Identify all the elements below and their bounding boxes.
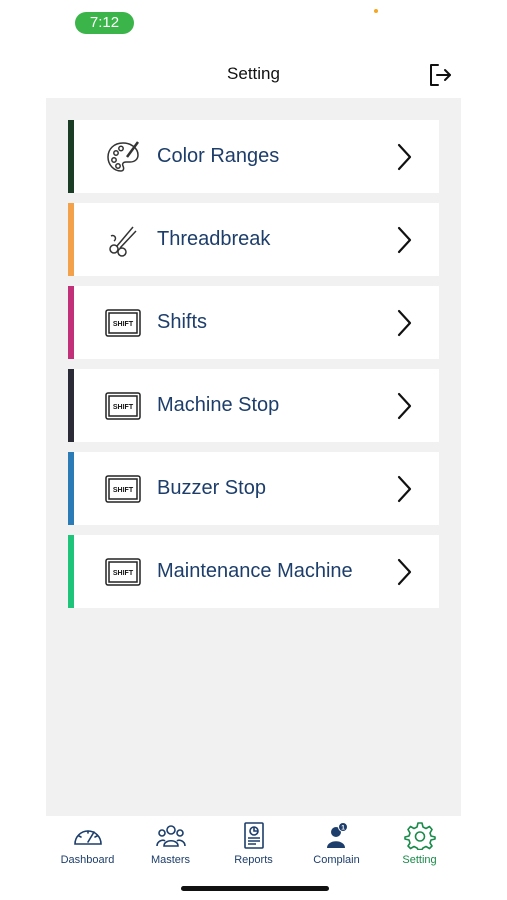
menu-item-shifts[interactable]: SHIFT Shifts: [68, 286, 439, 359]
status-time: 7:12: [75, 12, 134, 34]
settings-panel: Color Ranges Threadbreak SHIFT Shifts SH…: [46, 98, 461, 816]
menu-item-label: Buzzer Stop: [157, 477, 266, 499]
chevron-right-icon: [394, 225, 414, 255]
users-icon: [155, 825, 186, 847]
tab-label: Dashboard: [60, 854, 115, 866]
menu-item-threadbreak[interactable]: Threadbreak: [68, 203, 439, 276]
home-indicator[interactable]: [181, 886, 329, 891]
gear-icon: [403, 822, 436, 850]
shift-key-icon: SHIFT: [105, 554, 141, 590]
user-badge-icon: 1: [326, 822, 348, 848]
menu-item-label: Threadbreak: [157, 228, 271, 250]
menu-item-machine-stop[interactable]: SHIFT Machine Stop: [68, 369, 439, 442]
chevron-right-icon: [394, 474, 414, 504]
accent-bar: [68, 535, 74, 608]
accent-bar: [68, 452, 74, 525]
tab-complain[interactable]: 1 Complain: [295, 816, 378, 876]
menu-item-label: Machine Stop: [157, 394, 280, 416]
shift-key-icon: SHIFT: [105, 471, 141, 507]
accent-bar: [68, 203, 74, 276]
shift-key-text: SHIFT: [113, 570, 134, 577]
shift-key-icon: SHIFT: [105, 388, 141, 424]
report-icon: [243, 822, 264, 849]
scissors-icon: [105, 222, 141, 258]
tab-label: Setting: [402, 854, 437, 866]
logout-button[interactable]: [427, 62, 453, 88]
menu-item-label: Shifts: [157, 311, 208, 333]
chevron-right-icon: [394, 557, 414, 587]
shift-key-text: SHIFT: [113, 321, 134, 328]
tab-setting[interactable]: Setting: [378, 816, 461, 876]
accent-bar: [68, 286, 74, 359]
shift-key-text: SHIFT: [113, 404, 134, 411]
accent-bar: [68, 369, 74, 442]
shift-key-text: SHIFT: [113, 487, 134, 494]
menu-item-color-ranges[interactable]: Color Ranges: [68, 120, 439, 193]
complain-badge-count: 1: [341, 825, 345, 832]
tab-dashboard[interactable]: Dashboard: [46, 816, 129, 876]
tab-label: Reports: [234, 854, 273, 866]
privacy-indicator-dot: [374, 9, 378, 13]
tab-masters[interactable]: Masters: [129, 816, 212, 876]
bottom-tab-bar: Dashboard Masters Reports 1 Complain Set…: [46, 816, 461, 876]
palette-icon: [105, 139, 141, 175]
tab-reports[interactable]: Reports: [212, 816, 295, 876]
speedometer-icon: [73, 830, 102, 845]
menu-item-buzzer-stop[interactable]: SHIFT Buzzer Stop: [68, 452, 439, 525]
chevron-right-icon: [394, 142, 414, 172]
tab-label: Masters: [150, 854, 191, 866]
logout-icon: [430, 64, 451, 86]
menu-item-label: Maintenance Machine: [157, 560, 353, 582]
shift-key-icon: SHIFT: [105, 305, 141, 341]
menu-item-label: Color Ranges: [157, 145, 280, 167]
accent-bar: [68, 120, 74, 193]
chevron-right-icon: [394, 308, 414, 338]
tab-label: Complain: [313, 854, 360, 866]
chevron-right-icon: [394, 391, 414, 421]
menu-item-maintenance-machine[interactable]: SHIFT Maintenance Machine: [68, 535, 439, 608]
